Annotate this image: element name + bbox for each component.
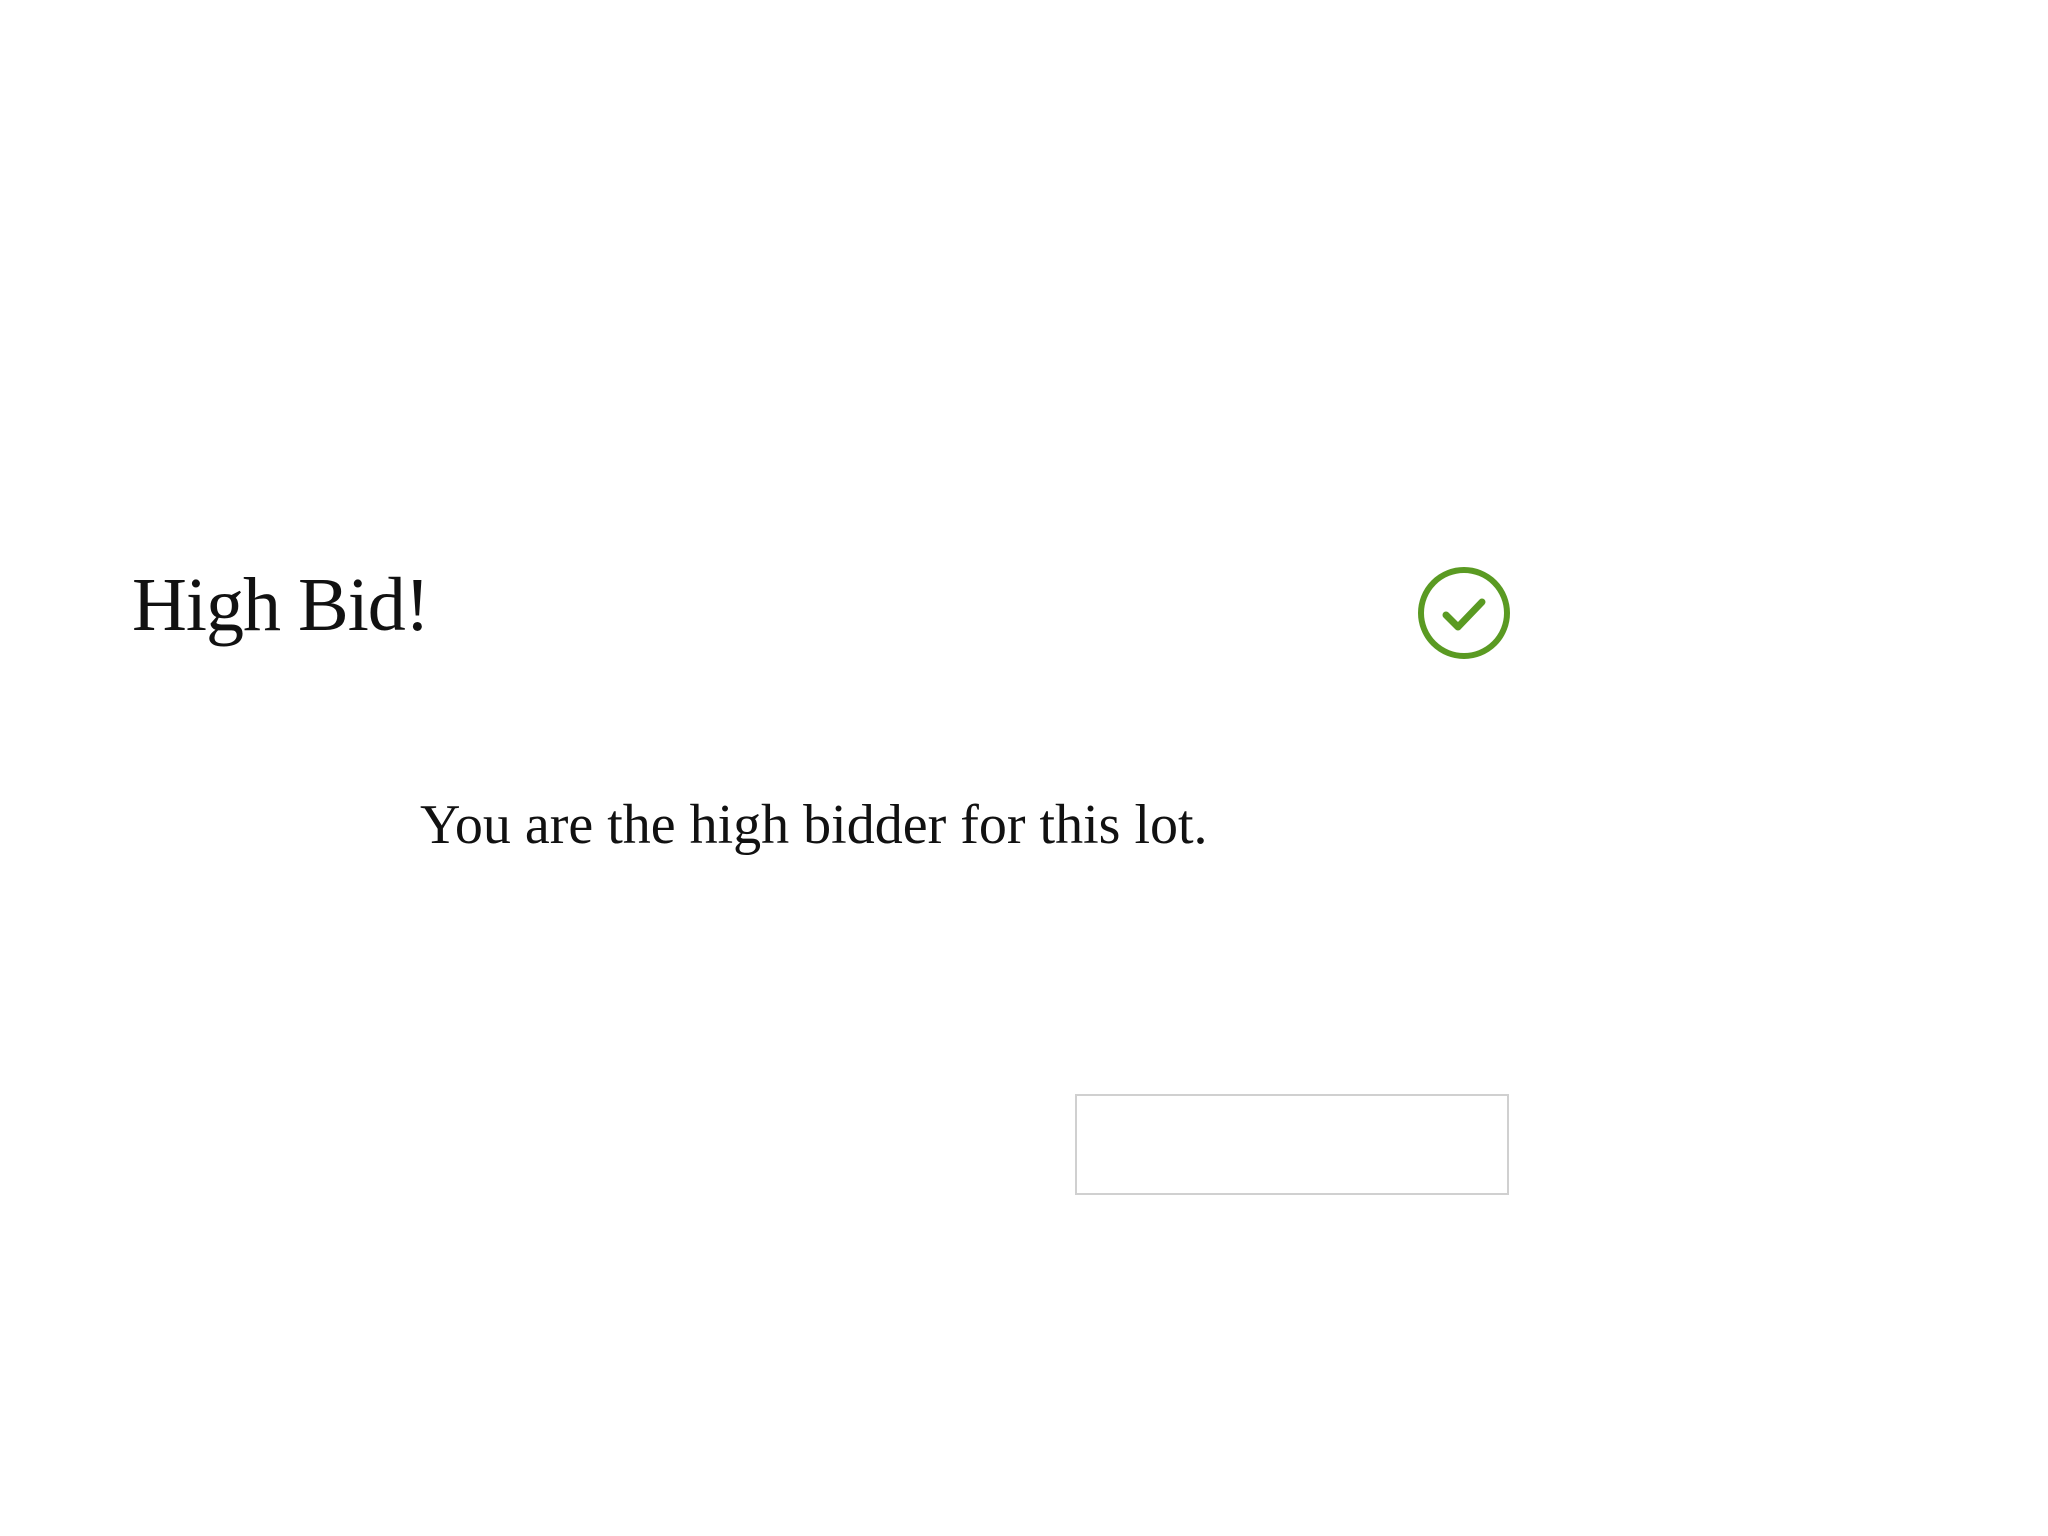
check-circle-icon xyxy=(1416,565,1512,661)
bid-confirmation-dialog: High Bid! You are the high bidder for th… xyxy=(0,0,2048,1536)
dialog-action-button[interactable] xyxy=(1075,1094,1509,1195)
dialog-message: You are the high bidder for this lot. xyxy=(420,794,1208,856)
dialog-title: High Bid! xyxy=(132,563,430,647)
